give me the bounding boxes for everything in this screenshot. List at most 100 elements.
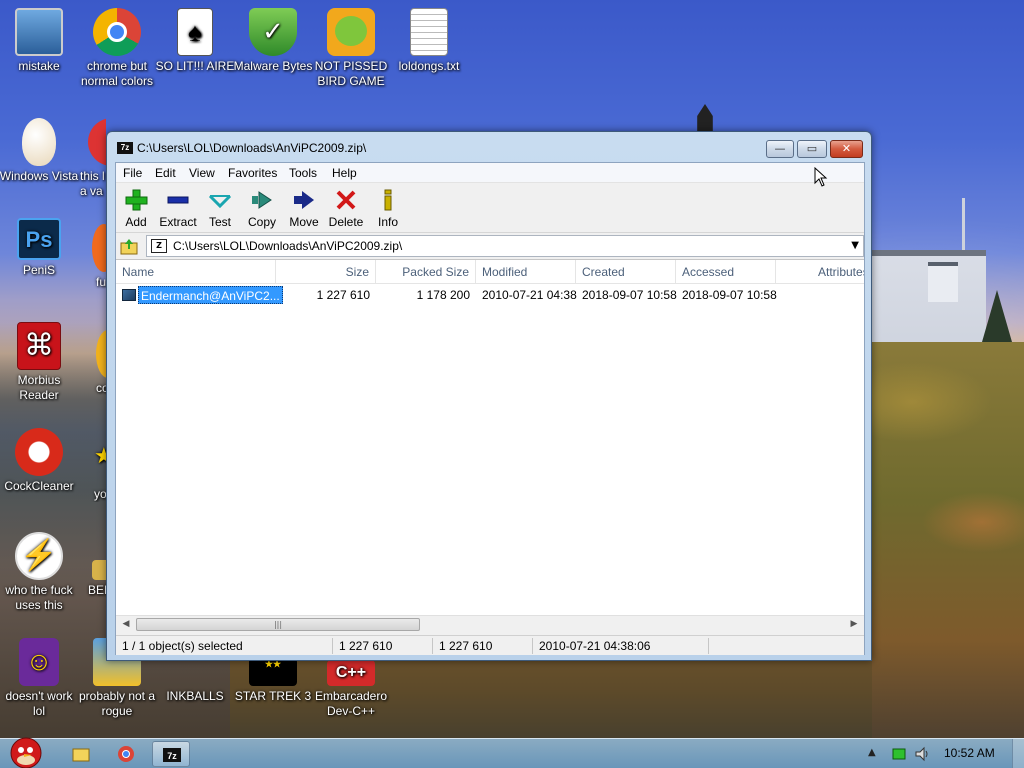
desktop-icon-bee[interactable]: BEE — [86, 560, 108, 598]
desktop-icon-cockcleaner[interactable]: CockCleaner — [0, 428, 79, 494]
desktop-icon-chrome[interactable]: chrome but normal colors — [77, 8, 157, 89]
mouse-cursor-icon — [814, 167, 828, 187]
menu-help[interactable]: Help — [329, 165, 360, 181]
wallpaper-field — [872, 342, 1024, 740]
computer-icon — [15, 8, 63, 56]
check-icon — [208, 194, 232, 209]
test-button[interactable]: Test — [198, 187, 242, 229]
volume-icon[interactable] — [914, 746, 930, 762]
list-header: Name Size Packed Size Modified Created A… — [116, 260, 864, 284]
desktop-icon-doesnt-work[interactable]: ☺ doesn't work lol — [0, 638, 79, 719]
maximize-button[interactable]: ▭ — [797, 140, 827, 158]
table-row[interactable]: Endermanch@AnViPC2... 1 227 610 1 178 20… — [116, 286, 864, 304]
text-file-icon — [410, 8, 448, 56]
extract-label: Extract — [159, 215, 197, 229]
7zip-window: 7z C:\Users\LOL\Downloads\AnViPC2009.zip… — [106, 131, 872, 661]
file-modified: 2010-07-21 04:38 — [482, 288, 577, 302]
taskbar-7zip[interactable]: 7z — [152, 741, 190, 767]
column-packed-size[interactable]: Packed Size — [376, 260, 476, 284]
file-name: Endermanch@AnViPC2... — [138, 286, 283, 304]
column-created[interactable]: Created — [576, 260, 676, 284]
scrollbar-thumb[interactable]: ||| — [136, 618, 420, 631]
folder-up-icon[interactable] — [120, 237, 138, 255]
clock[interactable]: 10:52 AM — [944, 746, 995, 760]
desktop-icon-morbius-reader[interactable]: ⌘ Morbius Reader — [0, 322, 79, 403]
desktop-icon-fu[interactable]: fu — [86, 224, 108, 290]
playing-card-icon: ♠ — [177, 8, 213, 56]
7zip-app-icon[interactable]: 7z — [117, 142, 133, 154]
chevron-down-icon[interactable]: ▼ — [851, 240, 859, 251]
file-size: 1 227 610 — [316, 288, 370, 302]
show-hidden-icons-icon[interactable]: ▲ — [868, 747, 876, 758]
column-size[interactable]: Size — [276, 260, 376, 284]
menu-edit[interactable]: Edit — [152, 165, 179, 181]
svg-text:7z: 7z — [167, 751, 177, 761]
network-icon[interactable] — [892, 747, 906, 761]
address-text: C:\Users\LOL\Downloads\AnViPC2009.zip\ — [173, 239, 403, 253]
red-circle-icon — [88, 118, 106, 166]
show-desktop-button[interactable] — [1012, 739, 1024, 768]
delete-button[interactable]: Delete — [324, 187, 368, 229]
minus-icon — [167, 196, 189, 204]
copy-arrow-icon — [252, 191, 272, 209]
desktop-icon-malwarebytes[interactable]: ✓ Malware Bytes — [233, 8, 313, 74]
desktop-icon-penis[interactable]: Ps PeniS — [0, 218, 79, 278]
zip-archive-icon: Z — [151, 239, 167, 253]
status-empty — [708, 638, 858, 654]
add-button[interactable]: Add — [114, 187, 158, 229]
desktop-icon-who-uses-this[interactable]: ⚡ who the fuck uses this — [0, 532, 79, 613]
status-size: 1 227 610 — [332, 638, 392, 654]
chrome-icon — [93, 8, 141, 56]
menu-favorites[interactable]: Favorites — [225, 165, 280, 181]
add-label: Add — [125, 215, 147, 229]
title-bar[interactable]: 7z C:\Users\LOL\Downloads\AnViPC2009.zip… — [107, 132, 871, 162]
file-created: 2018-09-07 10:58 — [582, 288, 677, 302]
move-arrow-icon — [294, 191, 314, 209]
delete-x-icon — [336, 190, 356, 210]
info-icon — [384, 189, 392, 211]
minimize-button[interactable]: — — [766, 140, 794, 158]
wallpaper-house — [872, 250, 986, 348]
test-label: Test — [208, 215, 231, 229]
desktop-icon-yo[interactable]: ★ yo — [86, 436, 108, 502]
desktop-icon-solitaire[interactable]: ♠ SO LIT!!! AIRE — [155, 8, 235, 74]
file-list[interactable]: Name Size Packed Size Modified Created A… — [116, 259, 864, 615]
desktop-icon-this-l[interactable]: this l a va — [66, 118, 106, 199]
desktop-icon-mistake[interactable]: mistake — [0, 8, 79, 74]
pdf-icon: ⌘ — [17, 322, 61, 370]
menu-file[interactable]: File — [120, 165, 145, 181]
scroll-left-icon[interactable]: ◀ — [118, 617, 134, 632]
desktop-icon-bird-game[interactable]: NOT PISSED BIRD GAME — [311, 8, 391, 89]
move-button[interactable]: Move — [282, 187, 326, 229]
info-button[interactable]: Info — [366, 187, 410, 229]
start-button-angry-bird-icon[interactable] — [2, 733, 50, 768]
address-bar: Z C:\Users\LOL\Downloads\AnViPC2009.zip\… — [116, 233, 864, 259]
copy-label: Copy — [247, 215, 276, 229]
copy-button[interactable]: Copy — [240, 187, 284, 229]
taskbar-explorer[interactable] — [62, 741, 100, 767]
column-accessed[interactable]: Accessed — [676, 260, 776, 284]
column-name[interactable]: Name — [116, 260, 276, 284]
close-button[interactable]: ✕ — [830, 140, 863, 158]
file-packed-size: 1 178 200 — [416, 288, 470, 302]
executable-file-icon — [122, 289, 136, 301]
status-modified: 2010-07-21 04:38:06 — [532, 638, 650, 654]
menu-view[interactable]: View — [186, 165, 218, 181]
address-field[interactable]: Z C:\Users\LOL\Downloads\AnViPC2009.zip\… — [146, 235, 864, 257]
horizontal-scrollbar[interactable]: ◀ ||| ▶ — [116, 615, 864, 632]
plus-icon — [125, 189, 148, 211]
extract-button[interactable]: Extract — [156, 187, 200, 229]
desktop-icon-loldongs[interactable]: loldongs.txt — [389, 8, 469, 74]
scroll-right-icon[interactable]: ▶ — [846, 617, 862, 632]
menu-tools[interactable]: Tools — [286, 165, 320, 181]
desktop-icon-co[interactable]: co — [86, 330, 108, 396]
wallpaper-lighthouse — [697, 104, 713, 134]
ccleaner-icon — [15, 428, 63, 476]
7zip-icon: 7z — [163, 748, 181, 762]
pig-icon — [327, 8, 375, 56]
move-label: Move — [289, 215, 319, 229]
column-attributes[interactable]: Attributes — [812, 260, 864, 284]
taskbar-chrome[interactable] — [107, 741, 145, 767]
chrome-icon — [118, 746, 134, 762]
column-modified[interactable]: Modified — [476, 260, 576, 284]
